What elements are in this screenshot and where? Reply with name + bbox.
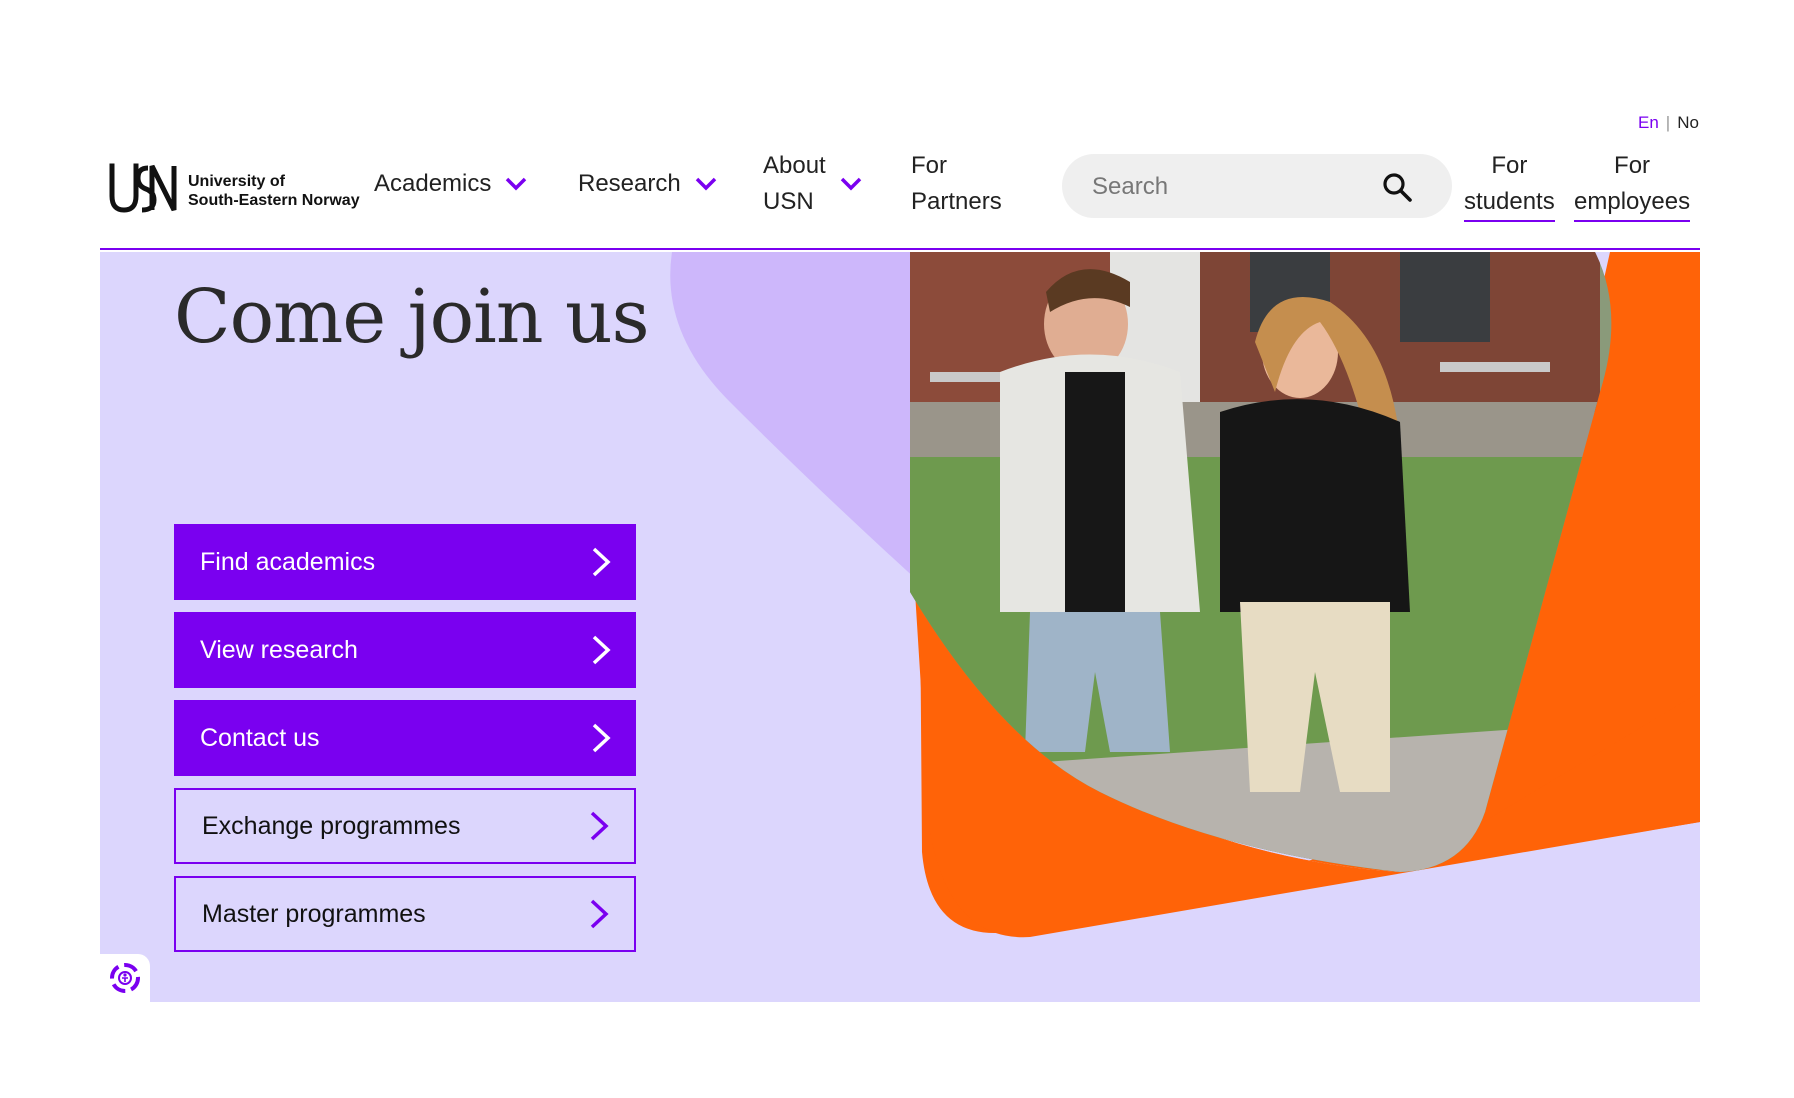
language-no-link[interactable]: No [1677, 113, 1699, 133]
find-academics-button[interactable]: Find academics [174, 524, 636, 600]
master-programmes-label: Master programmes [202, 899, 426, 928]
chevron-right-icon [592, 635, 611, 665]
search-bar [1062, 154, 1452, 220]
hero-title: Come join us [174, 274, 650, 360]
chevron-right-icon [590, 811, 609, 841]
logo-text: University of South-Eastern Norway [188, 172, 360, 210]
nav-partners-line2: Partners [911, 188, 1002, 215]
nav-about-line1: About [763, 152, 826, 179]
accessibility-icon [110, 963, 140, 993]
find-academics-label: Find academics [200, 547, 376, 576]
nav-academics[interactable]: Academics [374, 166, 527, 202]
nav-about-line2: USN [763, 188, 814, 215]
search-icon[interactable] [1382, 172, 1412, 202]
chevron-down-icon [506, 177, 527, 191]
chevron-right-icon [590, 899, 609, 929]
exchange-programmes-button[interactable]: Exchange programmes [174, 788, 636, 864]
exchange-programmes-label: Exchange programmes [202, 811, 461, 840]
chevron-down-icon [695, 177, 716, 191]
nav-research-label: Research [578, 170, 681, 197]
view-research-label: View research [200, 635, 358, 664]
contact-us-button[interactable]: Contact us [174, 700, 636, 776]
usn-logo[interactable]: University of South-Eastern Norway [108, 162, 378, 214]
employees-line2: employees [1574, 184, 1691, 222]
usn-logo-mark [109, 163, 177, 213]
nav-partners-label: For Partners [911, 148, 1002, 220]
nav-partners-line1: For [911, 152, 947, 179]
search-input[interactable] [1090, 154, 1394, 220]
employees-line1: For [1614, 152, 1651, 179]
lavender-shape [670, 252, 930, 592]
students-line2: students [1464, 184, 1555, 222]
master-programmes-button[interactable]: Master programmes [174, 876, 636, 952]
view-research-button[interactable]: View research [174, 612, 636, 688]
language-switcher: En | No [1638, 113, 1699, 133]
language-en-link[interactable]: En [1638, 113, 1659, 133]
students-line1: For [1491, 152, 1528, 179]
nav-about-usn[interactable]: About USN [763, 148, 862, 220]
hero-section: Come join us Find academics View researc… [100, 252, 1700, 1002]
chevron-right-icon [592, 723, 611, 753]
site-header: University of South-Eastern Norway Acade… [100, 140, 1700, 250]
chevron-right-icon [592, 547, 611, 577]
link-for-employees[interactable]: For employees [1574, 148, 1691, 222]
accessibility-widget[interactable] [100, 954, 150, 1002]
logo-text-line1: University of [188, 173, 285, 190]
contact-us-label: Contact us [200, 723, 320, 752]
nav-about-label: About USN [763, 148, 826, 220]
chevron-down-icon [840, 177, 861, 191]
nav-research[interactable]: Research [578, 166, 717, 202]
logo-text-line2: South-Eastern Norway [188, 192, 360, 209]
link-for-students[interactable]: For students [1464, 148, 1555, 222]
language-separator: | [1665, 113, 1671, 132]
nav-for-partners[interactable]: For Partners [911, 148, 1002, 220]
nav-academics-label: Academics [374, 170, 492, 197]
